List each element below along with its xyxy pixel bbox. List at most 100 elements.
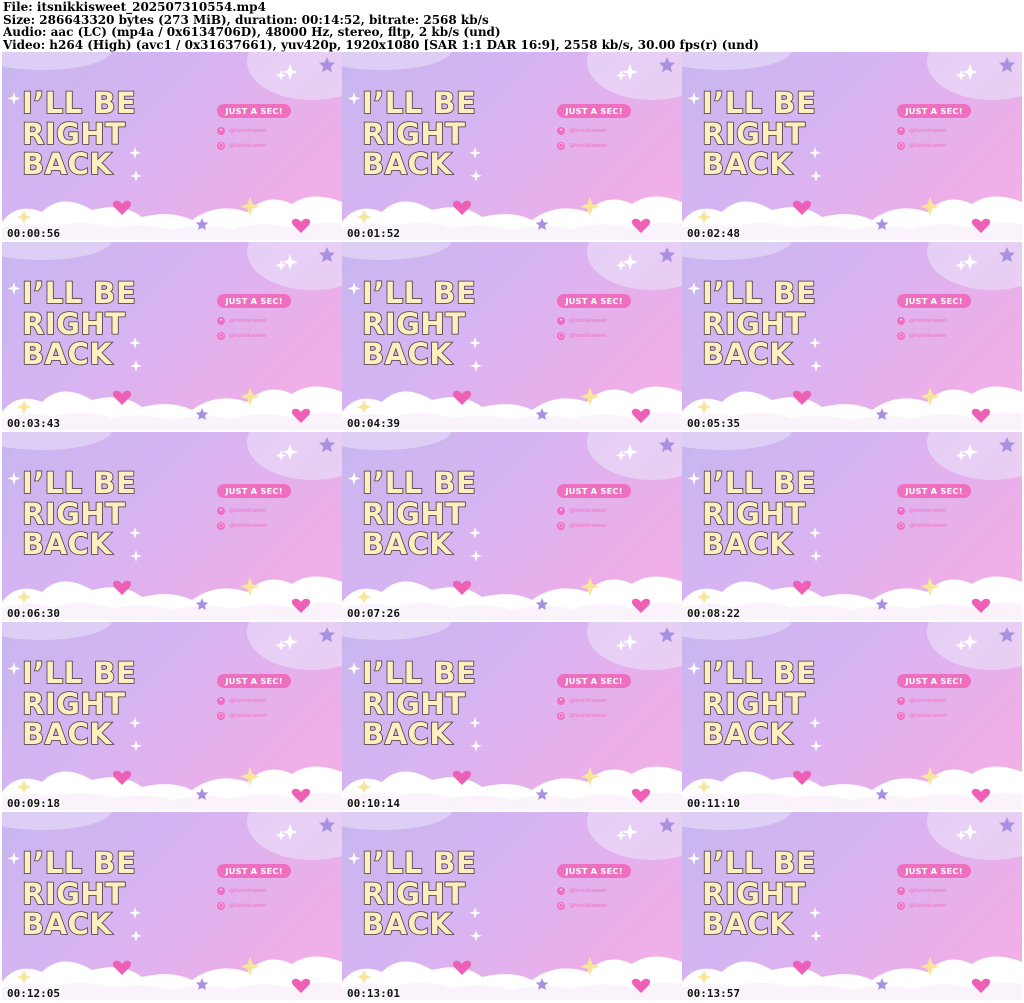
just-a-sec-badge: JUST A SEC! bbox=[557, 104, 631, 118]
brb-title: I’LL BE RIGHT BACK bbox=[21, 467, 136, 560]
video-frame-thumbnail[interactable]: I’LL BE RIGHT BACK JUST A SEC! • @itsnikkiswe… bbox=[682, 242, 1022, 430]
twitter-row: • @itsnikkisweet bbox=[897, 506, 947, 516]
title-line: RIGHT bbox=[361, 686, 466, 721]
video-frame-thumbnail[interactable]: I’LL BE RIGHT BACK JUST A SEC! • @itsnikkiswe… bbox=[2, 52, 342, 240]
title-line: BACK bbox=[21, 717, 113, 751]
twitter-handle: @itsnikkisweet bbox=[569, 318, 607, 324]
twitter-handle: @itsnikkisweet bbox=[229, 888, 267, 894]
video-frame-thumbnail[interactable]: I’LL BE RIGHT BACK JUST A SEC! • @itsnikkiswe… bbox=[342, 432, 682, 620]
twitter-handle: @itsnikkisweet bbox=[909, 318, 947, 324]
instagram-row: ○ @itsnikkisweet bbox=[897, 331, 947, 341]
title-line: BACK bbox=[701, 337, 793, 371]
timestamp-label: 00:13:01 bbox=[347, 987, 400, 1000]
video-frame-thumbnail[interactable]: I’LL BE RIGHT BACK JUST A SEC! • @itsnikkiswe… bbox=[342, 242, 682, 430]
twitter-row: • @itsnikkisweet bbox=[557, 316, 607, 326]
brb-title: I’LL BE RIGHT BACK bbox=[361, 277, 476, 370]
brb-title: I’LL BE RIGHT BACK bbox=[361, 467, 476, 561]
twitter-bird-icon: • bbox=[897, 697, 905, 705]
twitter-bird-icon: • bbox=[557, 127, 565, 135]
twitter-handle: @itsnikkisweet bbox=[229, 318, 267, 324]
title-line: I’LL BE bbox=[21, 86, 137, 120]
just-a-sec-badge: JUST A SEC! bbox=[557, 294, 631, 308]
video-frame-thumbnail[interactable]: I’LL BE RIGHT BACK JUST A SEC! • @itsnikkiswe… bbox=[682, 622, 1022, 810]
instagram-row: ○ @itsnikkisweet bbox=[217, 331, 267, 341]
instagram-handle: @itsnikkisweet bbox=[229, 523, 267, 529]
twitter-handle: @itsnikkisweet bbox=[229, 698, 267, 704]
title-line: I’LL BE bbox=[361, 656, 477, 690]
twitter-handle: @itsnikkisweet bbox=[569, 888, 607, 894]
title-line: BACK bbox=[361, 527, 453, 561]
twitter-row: • @itsnikkisweet bbox=[217, 316, 267, 326]
twitter-bird-icon: • bbox=[897, 887, 905, 895]
title-line: BACK bbox=[21, 147, 113, 181]
video-frame-thumbnail[interactable]: I’LL BE RIGHT BACK JUST A SEC! • @itsnikkiswe… bbox=[682, 432, 1022, 620]
title-line: RIGHT bbox=[701, 116, 806, 151]
instagram-handle: @itsnikkisweet bbox=[909, 903, 947, 909]
twitter-handle: @itsnikkisweet bbox=[909, 698, 947, 704]
instagram-handle: @itsnikkisweet bbox=[229, 333, 267, 339]
video-frame-thumbnail[interactable]: I’LL BE RIGHT BACK JUST A SEC! • @itsnikkiswe… bbox=[682, 812, 1022, 1000]
video-frame-thumbnail[interactable]: I’LL BE RIGHT BACK JUST A SEC! • @itsnikkiswe… bbox=[342, 52, 682, 240]
timestamp-label: 00:09:18 bbox=[7, 797, 60, 810]
just-a-sec-badge: JUST A SEC! bbox=[557, 484, 631, 498]
title-line: RIGHT bbox=[21, 306, 126, 341]
timestamp-label: 00:00:56 bbox=[7, 227, 60, 240]
instagram-icon: ○ bbox=[897, 902, 905, 910]
instagram-row: ○ @itsnikkisweet bbox=[897, 521, 947, 531]
title-line: I’LL BE bbox=[701, 276, 817, 310]
title-line: RIGHT bbox=[701, 496, 806, 531]
title-line: I’LL BE bbox=[361, 846, 477, 880]
video-frame-thumbnail[interactable]: I’LL BE RIGHT BACK JUST A SEC! • @itsnikkiswe… bbox=[682, 52, 1022, 240]
video-frame-thumbnail[interactable]: I’LL BE RIGHT BACK JUST A SEC! • @itsnikkiswe… bbox=[342, 622, 682, 810]
title-line: BACK bbox=[701, 717, 793, 751]
just-a-sec-badge: JUST A SEC! bbox=[897, 104, 971, 118]
twitter-handle: @itsnikkisweet bbox=[569, 698, 607, 704]
instagram-row: ○ @itsnikkisweet bbox=[217, 141, 267, 151]
title-line: I’LL BE bbox=[701, 466, 817, 500]
instagram-icon: ○ bbox=[557, 142, 565, 150]
title-line: BACK bbox=[361, 717, 453, 751]
instagram-handle: @itsnikkisweet bbox=[229, 903, 267, 909]
instagram-row: ○ @itsnikkisweet bbox=[217, 521, 267, 531]
instagram-handle: @itsnikkisweet bbox=[569, 143, 607, 149]
timestamp-label: 00:11:10 bbox=[687, 797, 740, 810]
brb-title: I’LL BE RIGHT BACK bbox=[21, 846, 137, 940]
twitter-handle: @itsnikkisweet bbox=[229, 508, 267, 514]
brb-title: I’LL BE RIGHT BACK bbox=[361, 87, 476, 180]
title-line: BACK bbox=[701, 907, 793, 941]
brb-title: I’LL BE RIGHT BACK bbox=[701, 466, 817, 561]
title-line: RIGHT bbox=[701, 306, 806, 341]
twitter-bird-icon: • bbox=[217, 697, 225, 705]
brb-title: I’LL BE RIGHT BACK bbox=[361, 656, 477, 751]
video-frame-thumbnail[interactable]: I’LL BE RIGHT BACK JUST A SEC! • @itsnikkiswe… bbox=[2, 812, 342, 1000]
instagram-row: ○ @itsnikkisweet bbox=[557, 141, 607, 151]
brb-title: I’LL BE RIGHT BACK bbox=[701, 276, 817, 371]
twitter-handle: @itsnikkisweet bbox=[909, 128, 947, 134]
just-a-sec-badge: JUST A SEC! bbox=[897, 484, 971, 498]
just-a-sec-badge: JUST A SEC! bbox=[897, 864, 971, 878]
timestamp-label: 00:02:48 bbox=[687, 227, 740, 240]
brb-title: I’LL BE RIGHT BACK bbox=[361, 846, 477, 940]
brb-title: I’LL BE RIGHT BACK bbox=[21, 86, 137, 181]
instagram-handle: @itsnikkisweet bbox=[569, 523, 607, 529]
twitter-row: • @itsnikkisweet bbox=[897, 886, 947, 896]
instagram-row: ○ @itsnikkisweet bbox=[217, 711, 267, 721]
video-frame-thumbnail[interactable]: I’LL BE RIGHT BACK JUST A SEC! • @itsnikkiswe… bbox=[342, 812, 682, 1000]
instagram-handle: @itsnikkisweet bbox=[909, 523, 947, 529]
title-line: BACK bbox=[701, 527, 793, 561]
video-frame-thumbnail[interactable]: I’LL BE RIGHT BACK JUST A SEC! • @itsnikkiswe… bbox=[2, 622, 342, 810]
title-line: BACK bbox=[701, 147, 793, 181]
twitter-bird-icon: • bbox=[217, 317, 225, 325]
instagram-handle: @itsnikkisweet bbox=[909, 713, 947, 719]
audio-line: Audio: aac (LC) (mp4a / 0x6134706D), 480… bbox=[3, 25, 501, 40]
video-frame-thumbnail[interactable]: I’LL BE RIGHT BACK JUST A SEC! • @itsnikkiswe… bbox=[2, 242, 342, 430]
just-a-sec-badge: JUST A SEC! bbox=[217, 674, 291, 688]
title-line: I’LL BE bbox=[701, 86, 817, 120]
title-line: RIGHT bbox=[361, 876, 466, 911]
just-a-sec-badge: JUST A SEC! bbox=[217, 104, 291, 118]
instagram-icon: ○ bbox=[217, 142, 225, 150]
title-line: I’LL BE bbox=[21, 846, 137, 880]
brb-title: I’LL BE RIGHT BACK bbox=[701, 847, 816, 941]
video-frame-thumbnail[interactable]: I’LL BE RIGHT BACK JUST A SEC! • @itsnikkiswe… bbox=[2, 432, 342, 620]
instagram-row: ○ @itsnikkisweet bbox=[897, 901, 947, 911]
